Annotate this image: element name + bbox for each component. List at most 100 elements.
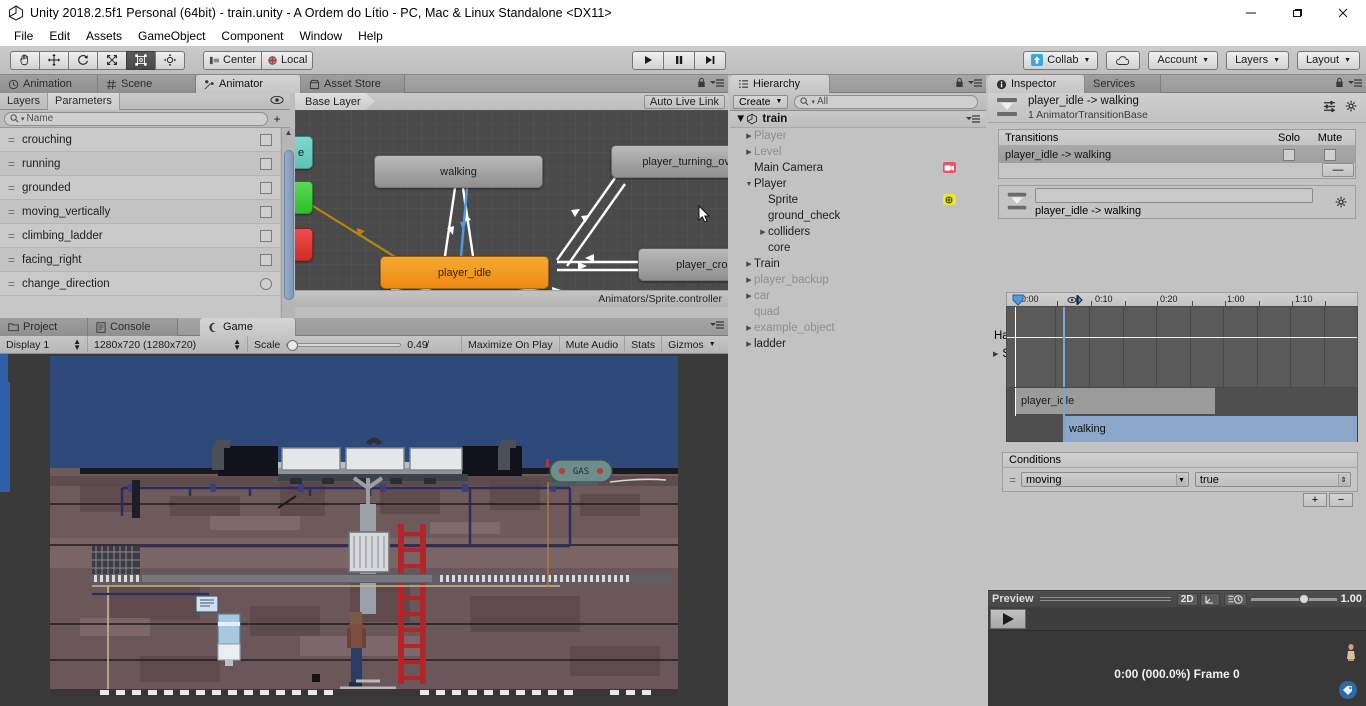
lock-icon[interactable] — [1335, 77, 1344, 88]
panel-menu-icon[interactable] — [710, 78, 724, 88]
tab-animation[interactable]: Animation — [0, 75, 98, 93]
account-button[interactable]: Account ▼ — [1148, 50, 1219, 70]
tab-hierarchy[interactable]: Hierarchy — [730, 75, 830, 93]
chevron-right-icon[interactable]: ▶ — [744, 292, 754, 300]
hierarchy-item-player-backup[interactable]: ▶ player_backup — [730, 272, 986, 288]
timeline-body[interactable] — [1006, 306, 1358, 388]
transition-timeline[interactable]: 0:00 0:10 0:20 1:00 1:10 player_idle wal… — [1006, 292, 1358, 444]
hierarchy-item-quad[interactable]: quad — [730, 304, 986, 320]
parameter-row-running[interactable]: = running — [0, 152, 280, 176]
menu-gameobject[interactable]: GameObject — [130, 27, 213, 45]
drag-handle-icon[interactable]: = — [1009, 473, 1016, 487]
gear-icon[interactable] — [1345, 100, 1358, 113]
add-condition-button[interactable]: + — [1303, 493, 1327, 507]
slider-knob[interactable] — [287, 339, 299, 351]
chevron-right-icon[interactable]: ▶ — [744, 132, 754, 140]
space-mode-button[interactable]: Local — [261, 50, 314, 70]
breadcrumb[interactable]: Base Layer — [295, 93, 375, 110]
chevron-right-icon[interactable]: ▶ — [744, 340, 754, 348]
hierarchy-item-main-camera[interactable]: Main Camera — [730, 160, 986, 176]
rect-tool-icon[interactable] — [126, 50, 156, 70]
animator-state-graph[interactable]: e walking player_idle player_turning_ove… — [295, 110, 728, 290]
timeline-playhead[interactable] — [1015, 307, 1016, 387]
subtab-parameters[interactable]: Parameters — [48, 92, 120, 110]
tab-asset-store[interactable]: Asset Store — [301, 75, 405, 93]
transition-marker-icon[interactable] — [1067, 294, 1085, 306]
hierarchy-item-colliders[interactable]: ▶ colliders — [730, 224, 986, 240]
hierarchy-search-input[interactable]: ▾ All — [794, 94, 978, 109]
parameter-row-moving-vertically[interactable]: = moving_vertically — [0, 200, 280, 224]
drag-handle-icon[interactable]: = — [8, 133, 15, 147]
parameter-row-climbing-ladder[interactable]: = climbing_ladder — [0, 224, 280, 248]
state-node-green[interactable] — [295, 181, 313, 214]
game-view[interactable]: GAS — [0, 354, 728, 706]
hierarchy-item-level[interactable]: ▶ Level — [730, 144, 986, 160]
lock-icon[interactable] — [697, 77, 706, 88]
hierarchy-item-player-1[interactable]: ▼ Player — [730, 176, 986, 192]
menu-component[interactable]: Component — [213, 27, 291, 45]
drag-handle-icon[interactable]: = — [8, 157, 15, 171]
preview-play-button[interactable] — [990, 609, 1026, 629]
tab-inspector[interactable]: Inspector — [988, 75, 1085, 93]
chevron-right-icon[interactable]: ▶ — [744, 260, 754, 268]
subtab-layers[interactable]: Layers — [0, 92, 49, 110]
hierarchy-item-ladder[interactable]: ▶ ladder — [730, 336, 986, 352]
preview-2d-button[interactable]: 2D — [1176, 592, 1198, 606]
gear-icon[interactable] — [1335, 196, 1348, 209]
parameter-checkbox[interactable] — [260, 133, 272, 146]
preview-speed-slider[interactable] — [1250, 593, 1337, 604]
game-render-frame[interactable]: GAS — [50, 356, 678, 696]
parameter-row-facing-right[interactable]: = facing_right — [0, 248, 280, 272]
transition-name-input[interactable] — [1035, 187, 1313, 203]
hierarchy-item-player-0[interactable]: ▶ Player — [730, 128, 986, 144]
preset-icon[interactable] — [1323, 100, 1336, 113]
tab-game[interactable]: Game — [200, 318, 296, 336]
parameter-checkbox[interactable] — [260, 157, 272, 170]
drag-handle-icon[interactable]: = — [8, 181, 15, 195]
chevron-right-icon[interactable]: ▶ — [758, 228, 768, 236]
preview-axis-button[interactable] — [1199, 592, 1220, 606]
timeline-ruler[interactable]: 0:00 0:10 0:20 1:00 1:10 — [1006, 292, 1358, 307]
layout-button[interactable]: Layout ▼ — [1297, 50, 1360, 70]
parameter-row-grounded[interactable]: = grounded — [0, 176, 280, 200]
mute-audio-button[interactable]: Mute Audio — [560, 335, 626, 354]
layers-button[interactable]: Layers ▼ — [1226, 50, 1290, 70]
remove-transition-button[interactable]: — — [1322, 163, 1354, 177]
pause-button[interactable] — [663, 50, 695, 70]
hierarchy-item-ground-check[interactable]: ground_check — [730, 208, 986, 224]
parameter-checkbox[interactable] — [260, 181, 272, 194]
resolution-dropdown[interactable]: 1280x720 (1280x720) ▲ ▼ — [88, 335, 248, 354]
drag-handle-icon[interactable]: = — [8, 229, 15, 243]
chevron-right-icon[interactable]: ▶ — [744, 148, 754, 156]
menu-assets[interactable]: Assets — [78, 27, 130, 45]
chevron-down-icon[interactable]: ▼ — [735, 113, 746, 125]
drag-handle-icon[interactable]: = — [8, 205, 15, 219]
chevron-right-icon[interactable]: ▶ — [744, 276, 754, 284]
scroll-up-icon[interactable]: ▲ — [282, 128, 295, 140]
scene-menu-icon[interactable] — [966, 114, 980, 124]
move-tool-icon[interactable] — [39, 50, 69, 70]
timeline-transition-head[interactable] — [1063, 307, 1065, 387]
menu-help[interactable]: Help — [350, 27, 391, 45]
close-button[interactable] — [1320, 0, 1366, 26]
panel-menu-icon[interactable] — [968, 78, 982, 88]
parameter-row-change-direction[interactable]: = change_direction — [0, 272, 280, 296]
tab-project[interactable]: Project — [0, 318, 88, 336]
hierarchy-item-sprite[interactable]: Sprite — [730, 192, 986, 208]
rotate-tool-icon[interactable] — [68, 50, 98, 70]
hierarchy-item-core[interactable]: core — [730, 240, 986, 256]
collab-button[interactable]: Collab ▼ — [1023, 50, 1099, 70]
condition-parameter-dropdown[interactable]: moving ▼ — [1021, 472, 1189, 487]
slider-knob[interactable] — [1298, 593, 1309, 604]
condition-value-dropdown[interactable]: true ⇕ — [1194, 472, 1351, 487]
drag-handle-icon[interactable]: = — [8, 277, 15, 291]
create-button[interactable]: Create ▼ — [733, 94, 789, 109]
display-dropdown[interactable]: Display 1 ▲ ▼ — [0, 335, 88, 354]
cloud-button[interactable] — [1106, 50, 1141, 70]
lock-icon[interactable] — [955, 77, 964, 88]
parameter-checkbox[interactable] — [260, 205, 272, 218]
hierarchy-item-example-object[interactable]: ▶ example_object — [730, 320, 986, 336]
scrollbar-thumb[interactable] — [284, 150, 294, 300]
tab-services[interactable]: Services — [1085, 75, 1161, 93]
add-parameter-button[interactable]: + — [268, 112, 286, 126]
